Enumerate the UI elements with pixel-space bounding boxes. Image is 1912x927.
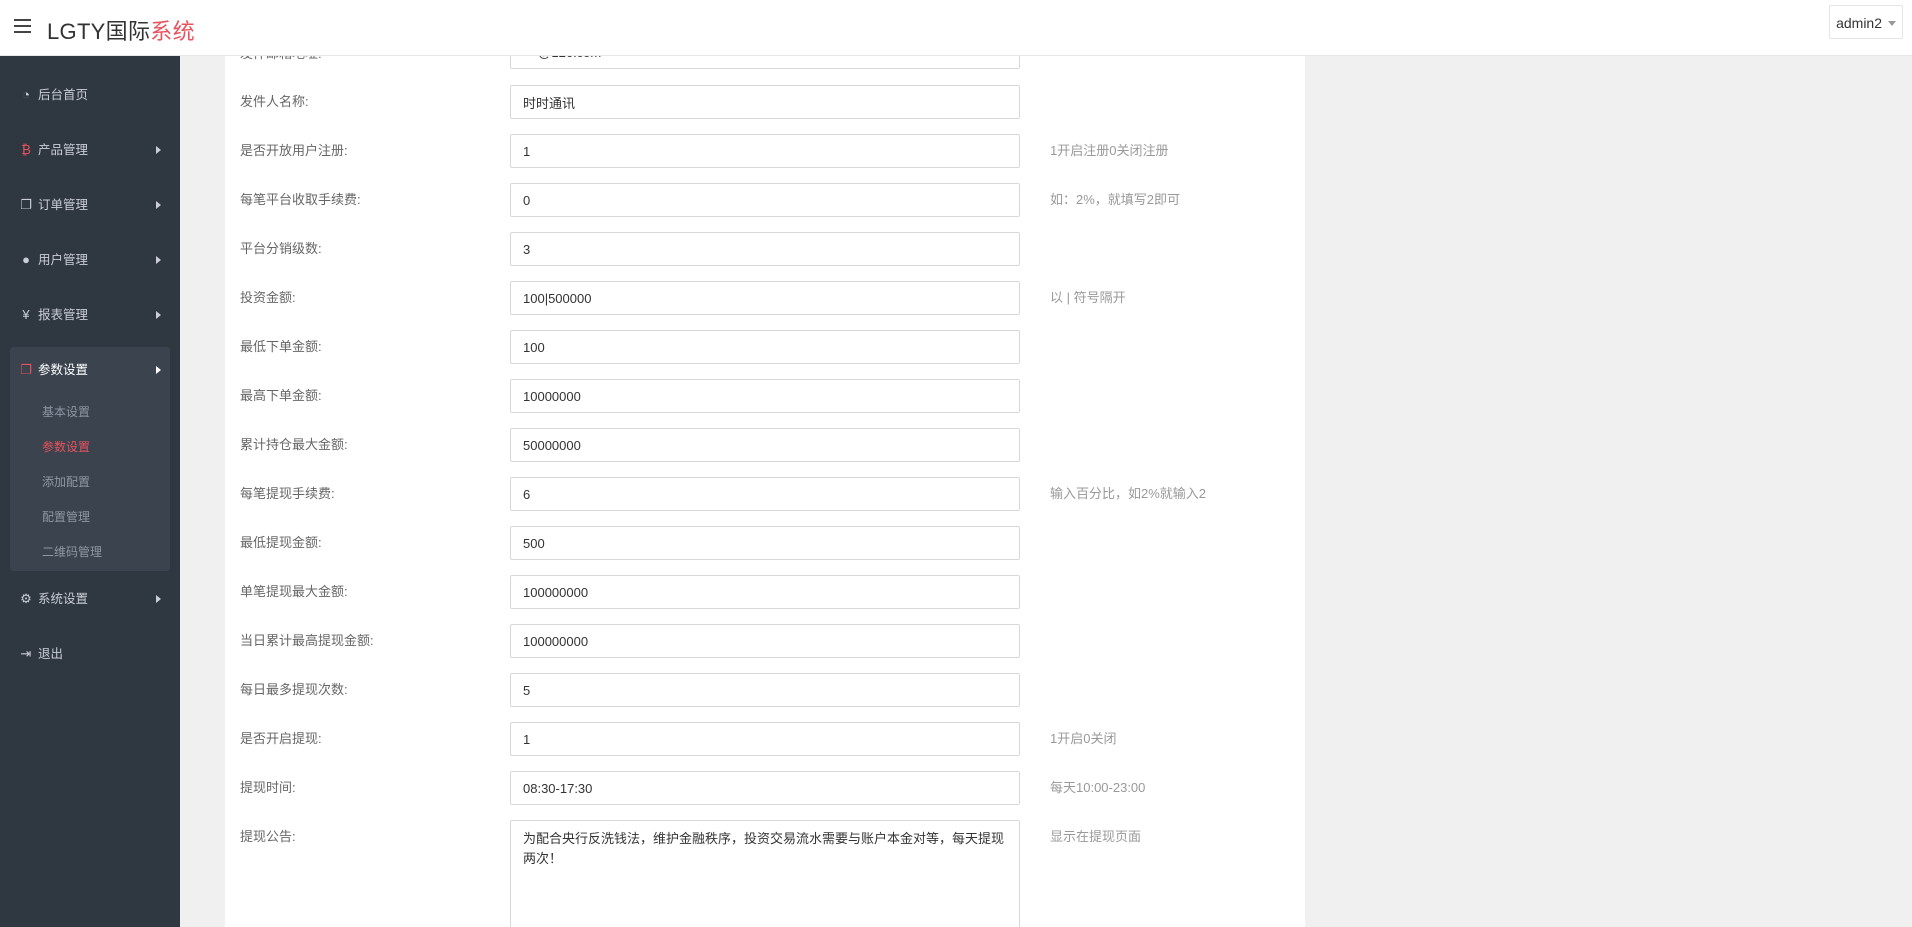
copy-icon: ❐: [20, 362, 32, 377]
sidebar-item-label: 产品管理: [38, 143, 89, 157]
max-position-input[interactable]: [510, 428, 1020, 462]
form-row-label: 累计持仓最大金额:: [240, 437, 348, 452]
sidebar-item-label: 后台首页: [38, 88, 89, 102]
caret-right-icon: [156, 366, 161, 374]
sidebar-item-label: 退出: [38, 647, 64, 661]
user-dropdown[interactable]: admin2: [1829, 5, 1903, 39]
platform-fee-input[interactable]: [510, 183, 1020, 217]
min-order-input[interactable]: [510, 330, 1020, 364]
logo-accent-text: 系统: [150, 19, 195, 44]
sidebar-item-orders[interactable]: ❐ 订单管理: [0, 184, 180, 228]
top-bar: LGTY国际系统 admin2: [0, 0, 1912, 56]
form-row-hint: 如：2%，就填写2即可: [1050, 192, 1181, 207]
withdraw-notice-textarea[interactable]: 为配合央行反洗钱法，维护金融秩序，投资交易流水需要与账户本金对等，每天提现两次！: [510, 820, 1020, 927]
form-row-hint: 1开启0关闭: [1050, 731, 1117, 746]
form-row-label: 每笔平台收取手续费:: [240, 192, 361, 207]
form-row-label: 当日累计最高提现金额:: [240, 633, 374, 648]
caret-right-icon: [156, 595, 161, 603]
sidebar-item-products[interactable]: ₿ 产品管理: [0, 129, 180, 173]
daily-withdraw-count-input[interactable]: [510, 673, 1020, 707]
open-registration-input[interactable]: [510, 134, 1020, 168]
submenu-add-config[interactable]: 添加配置: [42, 475, 90, 489]
form-row-label: 平台分销级数:: [240, 241, 322, 256]
form-row-label: 最低提现金额:: [240, 535, 322, 550]
sidebar-item-reports[interactable]: ¥ 报表管理: [0, 294, 180, 338]
distribution-levels-input[interactable]: [510, 232, 1020, 266]
user-icon: ●: [22, 252, 30, 267]
form-row-label: 每笔提现手续费:: [240, 486, 335, 501]
enable-withdraw-input[interactable]: [510, 722, 1020, 756]
form-row-hint: 以 | 符号隔开: [1050, 290, 1126, 305]
gears-icon: ⚙: [20, 591, 32, 606]
logo-main-text: LGTY国际: [47, 19, 151, 44]
max-order-input[interactable]: [510, 379, 1020, 413]
withdraw-time-input[interactable]: [510, 771, 1020, 805]
sidebar-item-users[interactable]: ● 用户管理: [0, 239, 180, 283]
submenu-config-management[interactable]: 配置管理: [42, 510, 90, 524]
sidebar-item-label: 订单管理: [38, 198, 89, 212]
sender-name-input[interactable]: [510, 85, 1020, 119]
max-daily-withdraw-input[interactable]: [510, 624, 1020, 658]
form-row-label: 提现公告:: [240, 829, 296, 844]
min-withdraw-input[interactable]: [510, 526, 1020, 560]
copy-icon: ❐: [20, 197, 32, 212]
form-row-label: 每日最多提现次数:: [240, 682, 348, 697]
submenu-basic-settings[interactable]: 基本设置: [42, 405, 90, 419]
sidebar-item-dashboard[interactable]: ◔ 后台首页: [0, 74, 180, 118]
form-row-label: 发件人名称:: [240, 94, 309, 109]
bitcoin-icon: ₿: [21, 142, 31, 157]
submenu-parameter-settings[interactable]: 参数设置: [42, 440, 90, 454]
sidebar: ◔ 后台首页 ₿ 产品管理 ❐ 订单管理 ● 用户管理 ¥ 报表管理 ❐ 参数设…: [0, 56, 180, 927]
form-row-hint: 1开启注册0关闭注册: [1050, 143, 1169, 158]
sign-out-icon: ⇥: [20, 646, 32, 661]
form-row-label: 是否开启提现:: [240, 731, 322, 746]
sidebar-item-label: 用户管理: [38, 253, 89, 267]
investment-amount-input[interactable]: [510, 281, 1020, 315]
caret-right-icon: [156, 256, 161, 264]
user-name: admin2: [1836, 15, 1882, 31]
sidebar-item-logout[interactable]: ⇥ 退出: [0, 633, 180, 677]
yen-icon: ¥: [22, 307, 30, 322]
sidebar-item-label: 报表管理: [38, 308, 89, 322]
form-row-label: 是否开放用户注册:: [240, 143, 348, 158]
caret-right-icon: [156, 201, 161, 209]
submenu-qrcode-management[interactable]: 二维码管理: [42, 545, 102, 559]
form-row-label: 最高下单金额:: [240, 388, 322, 403]
sidebar-item-parameters[interactable]: ❐ 参数设置: [0, 349, 180, 393]
withdraw-fee-input[interactable]: [510, 477, 1020, 511]
form-row-hint: 显示在提现页面: [1050, 829, 1142, 844]
form-row-label: 最低下单金额:: [240, 339, 322, 354]
max-single-withdraw-input[interactable]: [510, 575, 1020, 609]
app-logo[interactable]: LGTY国际系统: [47, 14, 195, 46]
form-row-hint: 每天10:00-23:00: [1050, 780, 1146, 795]
menu-toggle-icon[interactable]: [14, 19, 31, 33]
caret-down-icon: [1888, 21, 1896, 26]
form-row-label: 提现时间:: [240, 780, 296, 795]
sidebar-item-label: 系统设置: [38, 592, 89, 606]
sidebar-item-system-settings[interactable]: ⚙ 系统设置: [0, 578, 180, 622]
sidebar-item-label: 参数设置: [38, 363, 89, 377]
form-row-label: 投资金额:: [240, 290, 296, 305]
dashboard-icon: ◔: [22, 87, 30, 102]
caret-right-icon: [156, 146, 161, 154]
form-row-label: 单笔提现最大金额:: [240, 584, 348, 599]
form-row-hint: 输入百分比，如2%就输入2: [1050, 486, 1207, 501]
caret-right-icon: [156, 311, 161, 319]
